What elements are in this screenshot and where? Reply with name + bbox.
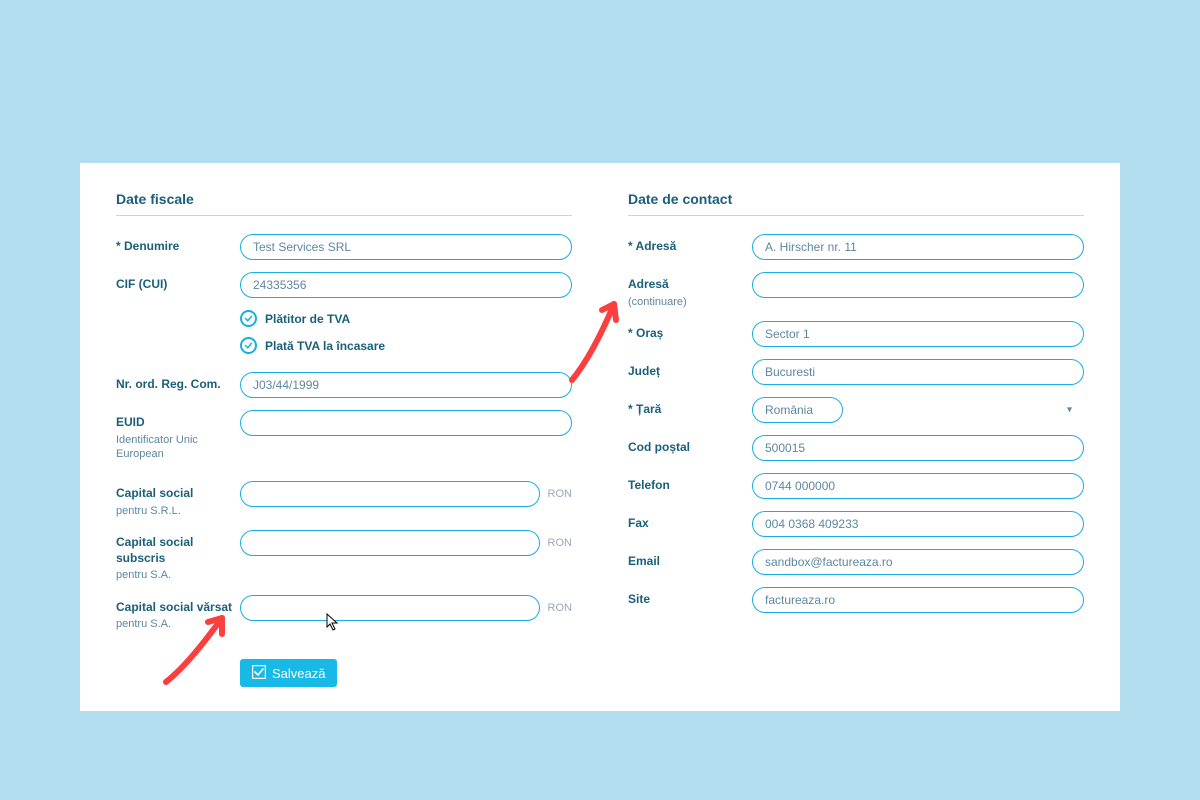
county-label: Județ — [628, 359, 752, 380]
county-input[interactable] — [752, 359, 1084, 385]
currency-suffix: RON — [548, 537, 572, 549]
tva-payer-checkbox[interactable]: Plătitor de TVA — [116, 310, 572, 327]
save-button-label: Salvează — [272, 666, 325, 681]
phone-input[interactable] — [752, 473, 1084, 499]
addr-input[interactable] — [752, 234, 1084, 260]
cif-label: CIF (CUI) — [116, 272, 240, 293]
email-label: Email — [628, 549, 752, 570]
currency-suffix: RON — [548, 488, 572, 500]
capital-sub-input[interactable] — [240, 530, 540, 556]
contact-section: Date de contact * Adresă Adresă (continu… — [628, 191, 1084, 687]
currency-suffix: RON — [548, 602, 572, 614]
checkbox-checked-icon — [252, 665, 266, 682]
name-label: * Denumire — [116, 234, 240, 255]
country-label: * Țară — [628, 397, 752, 418]
capital-srl-input[interactable] — [240, 481, 540, 507]
addr-label: * Adresă — [628, 234, 752, 255]
regcom-label: Nr. ord. Reg. Com. — [116, 372, 240, 393]
fax-label: Fax — [628, 511, 752, 532]
zip-label: Cod poștal — [628, 435, 752, 456]
cif-input[interactable] — [240, 272, 572, 298]
city-input[interactable] — [752, 321, 1084, 347]
site-input[interactable] — [752, 587, 1084, 613]
email-input[interactable] — [752, 549, 1084, 575]
capital-sub-label: Capital social subscris pentru S.A. — [116, 530, 240, 582]
contact-title: Date de contact — [628, 191, 1084, 216]
tva-cash-label: Plată TVA la încasare — [265, 339, 385, 353]
country-select[interactable]: România — [752, 397, 843, 423]
company-form-card: Date fiscale * Denumire CIF (CUI) Plătit… — [80, 163, 1120, 711]
euid-input[interactable] — [240, 410, 572, 436]
phone-label: Telefon — [628, 473, 752, 494]
save-button[interactable]: Salvează — [240, 659, 337, 687]
name-input[interactable] — [240, 234, 572, 260]
tva-payer-label: Plătitor de TVA — [265, 312, 350, 326]
check-circle-icon — [240, 337, 257, 354]
check-circle-icon — [240, 310, 257, 327]
fiscal-title: Date fiscale — [116, 191, 572, 216]
site-label: Site — [628, 587, 752, 608]
capital-varsat-input[interactable] — [240, 595, 540, 621]
addr2-label: Adresă (continuare) — [628, 272, 752, 309]
addr2-input[interactable] — [752, 272, 1084, 298]
capital-srl-label: Capital social pentru S.R.L. — [116, 481, 240, 518]
fax-input[interactable] — [752, 511, 1084, 537]
zip-input[interactable] — [752, 435, 1084, 461]
fiscal-section: Date fiscale * Denumire CIF (CUI) Plătit… — [116, 191, 572, 687]
capital-varsat-label: Capital social vărsat pentru S.A. — [116, 595, 240, 632]
tva-cash-checkbox[interactable]: Plată TVA la încasare — [116, 337, 572, 354]
euid-label: EUID Identificator Unic European — [116, 410, 240, 461]
regcom-input[interactable] — [240, 372, 572, 398]
city-label: * Oraș — [628, 321, 752, 342]
chevron-down-icon: ▾ — [1067, 404, 1072, 415]
